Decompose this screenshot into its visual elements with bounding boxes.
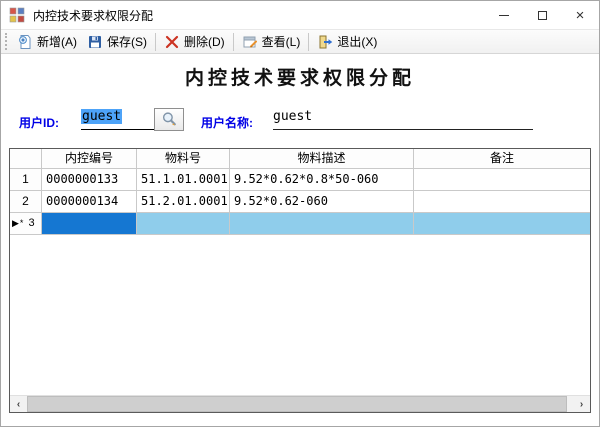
scroll-left-button[interactable]: ‹ — [10, 396, 27, 412]
cell-material-no[interactable]: 51.2.01.0001 — [137, 191, 230, 213]
table-row[interactable]: 2 0000000134 51.2.01.0001 9.52*0.62-060 — [10, 191, 590, 213]
row-header[interactable]: 1 — [10, 169, 42, 191]
user-lookup-button[interactable] — [154, 108, 184, 131]
column-header-material-no[interactable]: 物料号 — [137, 149, 230, 169]
cell-material-desc[interactable]: 9.52*0.62*0.8*50-060 — [230, 169, 414, 191]
chevron-left-icon: ‹ — [17, 399, 20, 410]
scroll-right-button[interactable]: › — [573, 396, 590, 412]
save-button[interactable]: 保存(S) — [82, 31, 152, 52]
cell-remark[interactable] — [414, 213, 590, 235]
cell-material-no[interactable] — [137, 213, 230, 235]
toolbar-separator — [308, 33, 309, 51]
user-name-label: 用户名称: — [201, 114, 253, 131]
minimize-button[interactable] — [485, 1, 523, 29]
save-floppy-icon — [87, 34, 103, 50]
cell-internal-code-selected[interactable] — [42, 213, 137, 235]
toolbar-grip — [5, 33, 9, 50]
horizontal-scrollbar[interactable]: ‹ › — [10, 395, 590, 412]
delete-x-icon — [164, 34, 180, 50]
row-number: 3 — [28, 213, 34, 234]
delete-button[interactable]: 删除(D) — [159, 31, 230, 52]
row-header[interactable]: 2 — [10, 191, 42, 213]
grid-corner-cell — [10, 149, 42, 169]
table-row[interactable]: 1 0000000133 51.1.01.0001 9.52*0.62*0.8*… — [10, 169, 590, 191]
minimize-icon — [499, 15, 509, 16]
user-name-value: guest — [273, 109, 533, 130]
exit-button-label: 退出(X) — [337, 33, 377, 50]
chevron-right-icon: › — [580, 399, 583, 410]
column-header-remark[interactable]: 备注 — [414, 149, 590, 169]
new-button[interactable]: 新增(A) — [12, 31, 82, 52]
grid-header-row: 内控编号 物料号 物料描述 备注 — [10, 149, 590, 169]
close-button[interactable]: × — [561, 1, 599, 29]
view-button[interactable]: 查看(L) — [237, 31, 306, 52]
window-controls: × — [485, 1, 599, 29]
row-header-new[interactable]: ▶* 3 — [10, 213, 42, 235]
exit-door-icon — [317, 34, 333, 50]
toolbar: 新增(A) 保存(S) 删除(D) — [1, 29, 599, 54]
cell-internal-code[interactable]: 0000000133 — [42, 169, 137, 191]
column-header-internal-code[interactable]: 内控编号 — [42, 149, 137, 169]
new-document-icon — [17, 34, 33, 50]
delete-button-label: 删除(D) — [184, 33, 225, 50]
user-id-value: guest — [81, 109, 122, 124]
cell-material-no[interactable]: 51.1.01.0001 — [137, 169, 230, 191]
view-properties-icon — [242, 34, 258, 50]
close-icon: × — [576, 8, 585, 23]
user-id-label: 用户ID: — [19, 114, 59, 131]
toolbar-separator — [155, 33, 156, 51]
page-title: 内控技术要求权限分配 — [1, 63, 599, 90]
app-window: 内控技术要求权限分配 × 新增(A) 保存(S) — [0, 0, 600, 427]
cell-material-desc[interactable]: 9.52*0.62-060 — [230, 191, 414, 213]
magnifier-icon — [161, 111, 178, 128]
toolbar-separator — [233, 33, 234, 51]
grid-empty-area — [10, 235, 590, 395]
cell-internal-code[interactable]: 0000000134 — [42, 191, 137, 213]
titlebar: 内控技术要求权限分配 × — [1, 1, 599, 29]
column-header-material-desc[interactable]: 物料描述 — [230, 149, 414, 169]
maximize-button[interactable] — [523, 1, 561, 29]
new-button-label: 新增(A) — [37, 33, 77, 50]
view-button-label: 查看(L) — [262, 33, 301, 50]
save-button-label: 保存(S) — [107, 33, 147, 50]
user-id-input[interactable]: guest — [81, 109, 154, 130]
app-icon — [9, 7, 25, 23]
table-row-new[interactable]: ▶* 3 — [10, 213, 590, 235]
window-title: 内控技术要求权限分配 — [33, 7, 153, 24]
cell-remark[interactable] — [414, 191, 590, 213]
permissions-grid: 内控编号 物料号 物料描述 备注 1 0000000133 51.1.01.00… — [9, 148, 591, 413]
scrollbar-thumb[interactable] — [27, 396, 567, 412]
cell-remark[interactable] — [414, 169, 590, 191]
maximize-icon — [538, 11, 547, 20]
cell-material-desc[interactable] — [230, 213, 414, 235]
exit-button[interactable]: 退出(X) — [312, 31, 382, 52]
current-row-marker-icon: ▶* — [12, 213, 24, 234]
